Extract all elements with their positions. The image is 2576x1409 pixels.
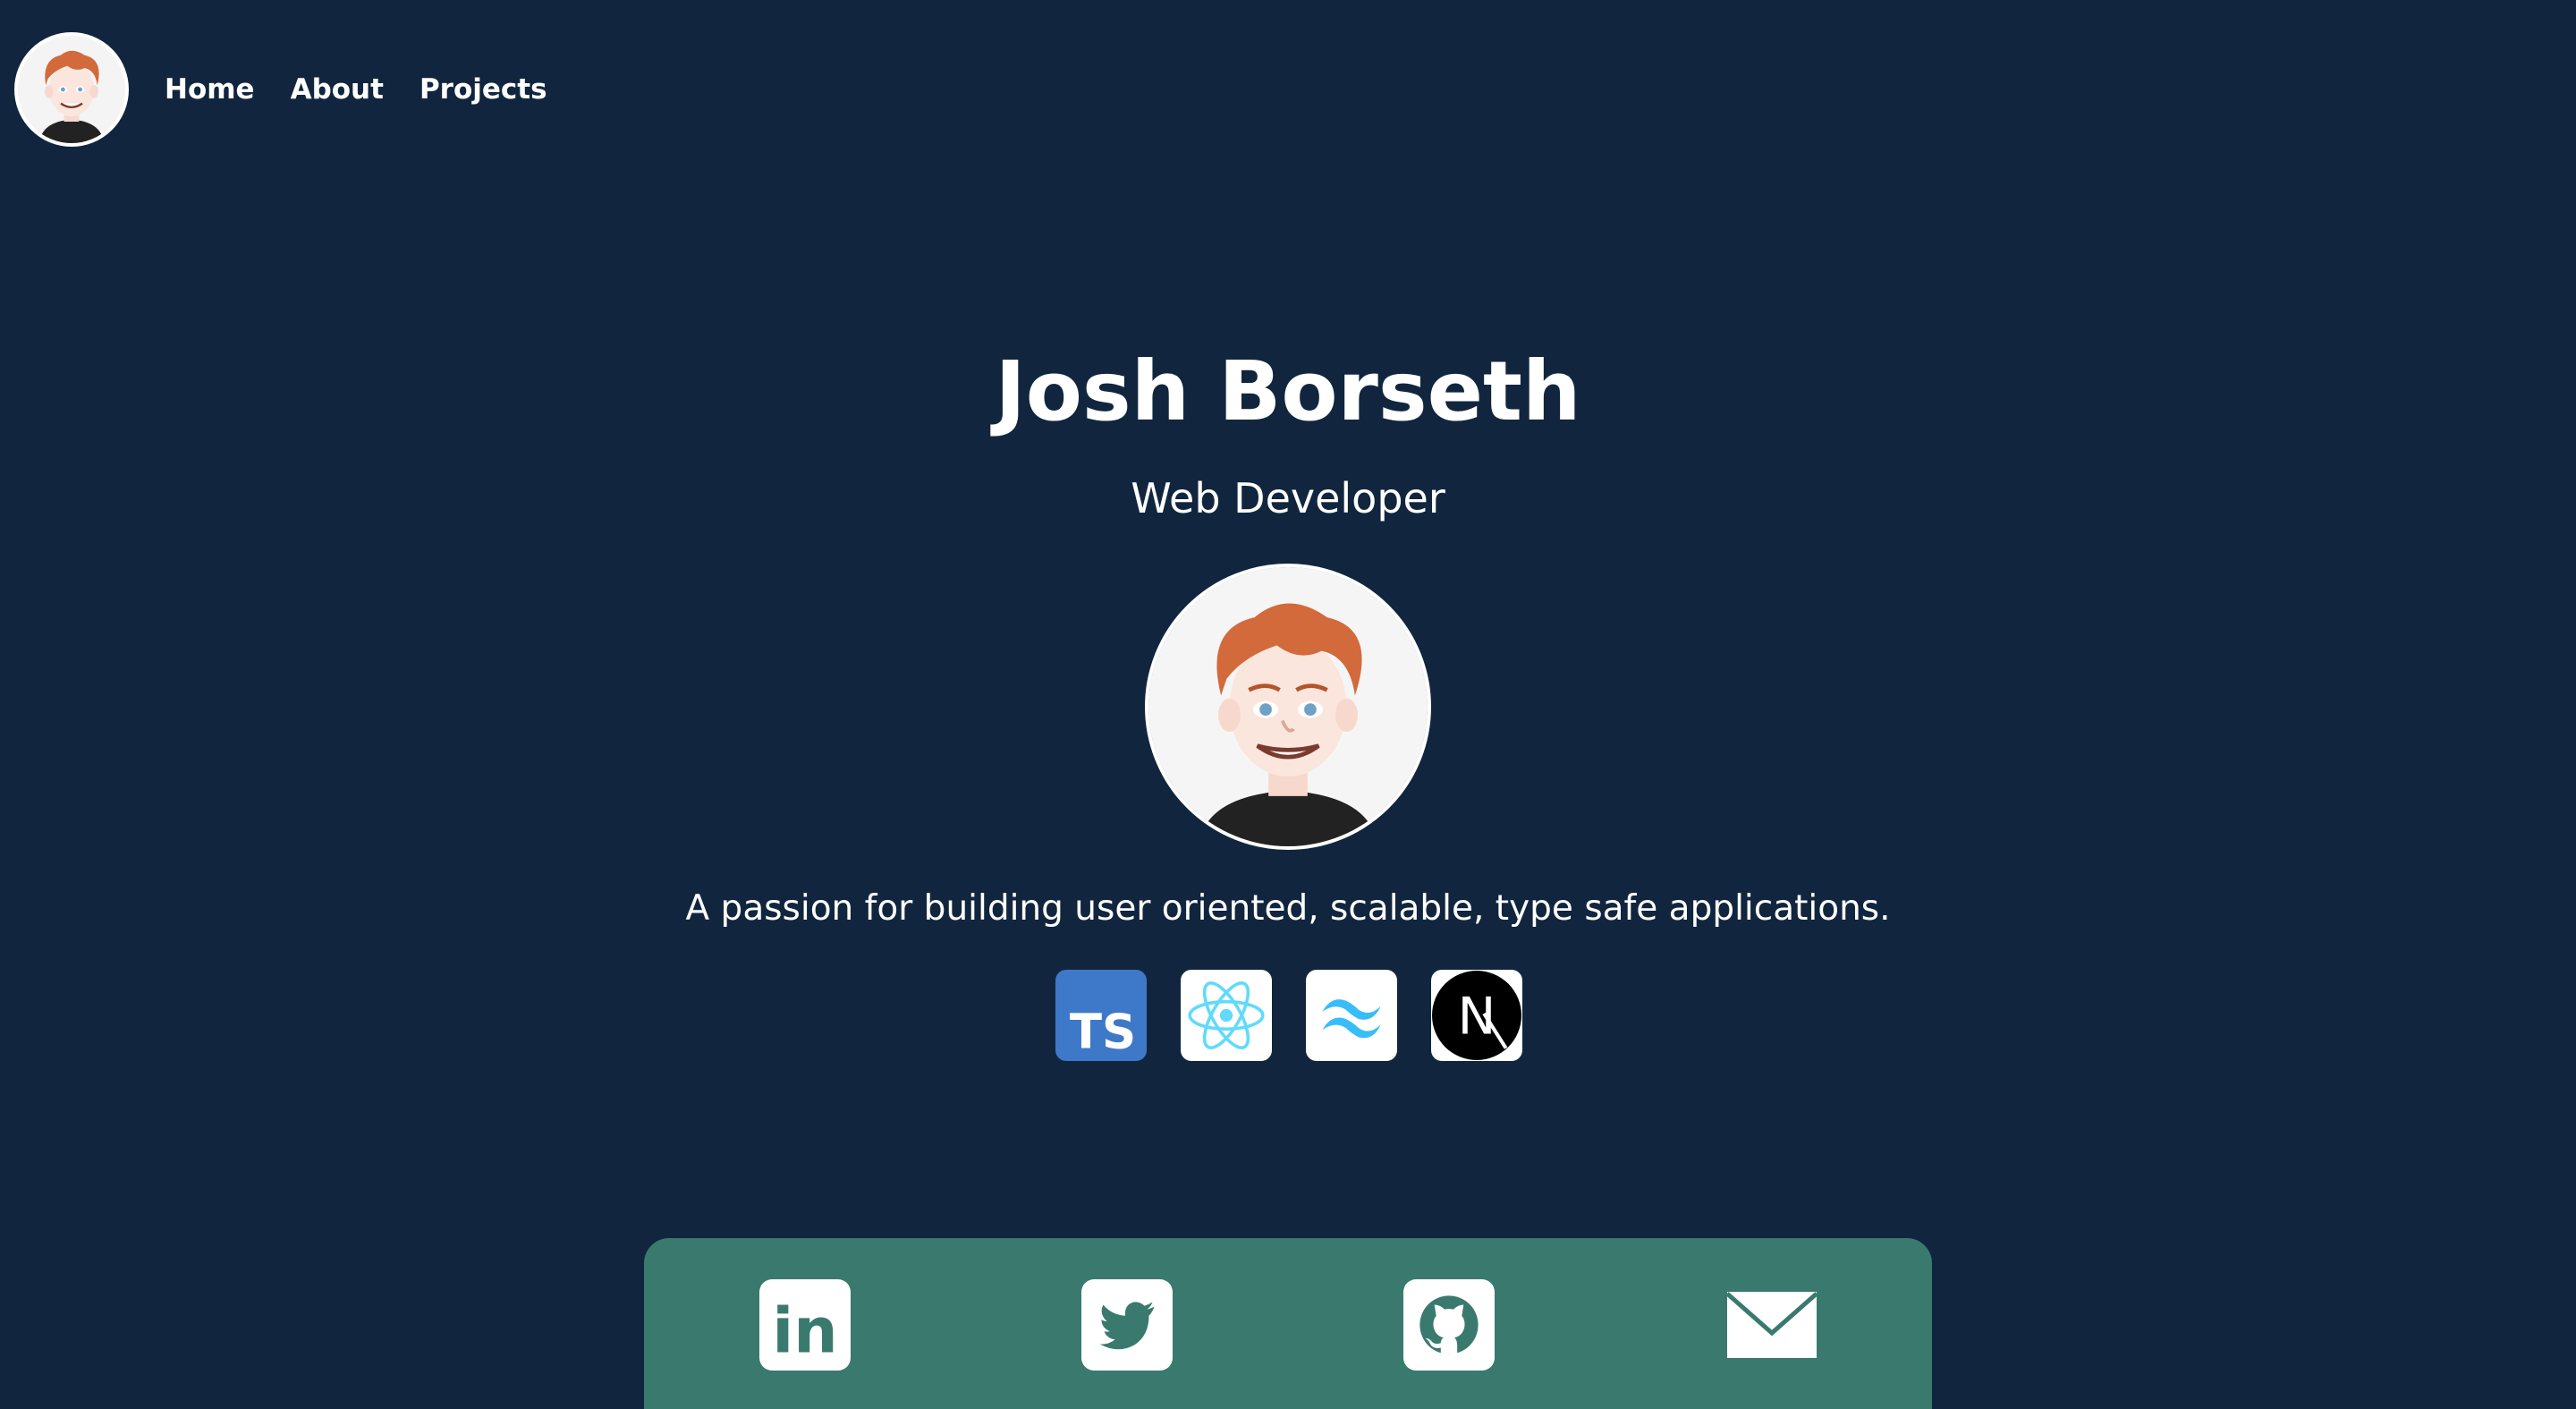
typescript-icon: TS	[1055, 970, 1147, 1061]
social-bar: in	[644, 1238, 1932, 1409]
hero-name: Josh Borseth	[995, 344, 1581, 439]
nav-link-about[interactable]: About	[291, 68, 384, 111]
memoji-avatar-icon[interactable]	[14, 32, 129, 147]
tailwind-icon	[1306, 970, 1397, 1061]
twitter-icon[interactable]	[1081, 1279, 1173, 1371]
react-icon	[1181, 970, 1272, 1061]
hero-role: Web Developer	[1131, 474, 1445, 522]
svg-text:TS: TS	[1070, 1005, 1136, 1060]
hero-tagline: A passion for building user oriented, sc…	[685, 888, 1891, 929]
svg-text:in: in	[772, 1296, 837, 1368]
svg-text:N: N	[1458, 987, 1496, 1046]
linkedin-icon[interactable]: in	[759, 1279, 851, 1371]
tech-stack: TS N	[1055, 970, 1522, 1061]
nav-links: Home About Projects	[165, 68, 547, 111]
top-nav: Home About Projects	[0, 0, 2576, 182]
nav-link-home[interactable]: Home	[165, 68, 255, 111]
github-icon[interactable]	[1403, 1279, 1495, 1371]
memoji-avatar-icon	[1145, 564, 1431, 850]
nav-link-projects[interactable]: Projects	[419, 68, 547, 111]
email-icon[interactable]	[1725, 1279, 1818, 1371]
nextjs-icon: N	[1431, 970, 1522, 1061]
